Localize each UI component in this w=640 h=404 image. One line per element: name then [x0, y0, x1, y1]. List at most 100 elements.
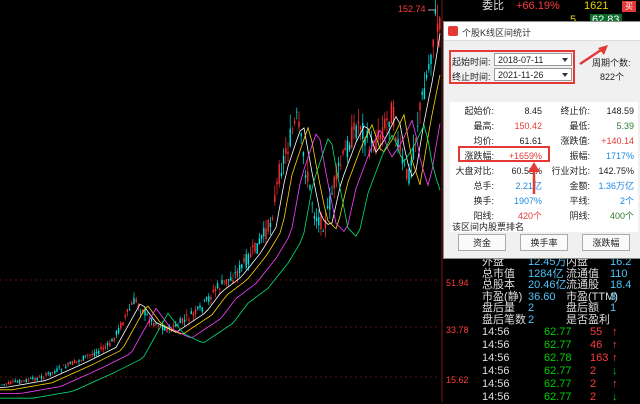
- annotation-arrow-icon: [528, 162, 540, 194]
- tick-time: 14:56: [482, 326, 510, 338]
- tick-volume: 55: [590, 326, 603, 338]
- info-row: 盘后笔数 2 是否盈利: [480, 314, 640, 326]
- stat-label: 最高:: [473, 121, 494, 131]
- tick-volume: 163: [590, 352, 609, 364]
- stat-label: 涨跌值:: [560, 136, 590, 146]
- tick-time: 14:56: [482, 365, 510, 377]
- weibi-row: 委比 +66.19% 1621 买: [480, 0, 640, 13]
- info-value: 110: [610, 267, 628, 280]
- tick-time: 14:56: [482, 391, 510, 403]
- kline-svg: [0, 0, 443, 402]
- app-icon: [448, 26, 458, 36]
- kline-chart[interactable]: [0, 0, 480, 402]
- tick-row[interactable]: 14:56 62.77 2 ↑: [480, 378, 640, 391]
- tick-row[interactable]: 14:56 62.78 163 ↑: [480, 352, 640, 365]
- stat-label: 金额:: [569, 181, 590, 191]
- info-label: 盘后笔数: [482, 313, 526, 326]
- up-arrow-icon: ↑: [612, 339, 618, 351]
- down-arrow-icon: ↓: [612, 391, 618, 403]
- weibi-value: +66.19%: [516, 0, 560, 12]
- tick-volume: 2: [590, 378, 597, 390]
- info-label: 流通值: [566, 267, 599, 280]
- rank-by-change-button[interactable]: 涨跌幅: [582, 234, 630, 251]
- tick-row[interactable]: 14:56 62.77 46 ↑: [480, 339, 640, 352]
- info-value: 1: [610, 302, 617, 314]
- stat-value: 5.39: [616, 121, 634, 131]
- up-arrow-icon: ↑: [612, 326, 618, 338]
- tick-time: 14:56: [482, 378, 510, 390]
- time-highlight-box: [449, 50, 575, 84]
- up-arrow-icon: ↑: [612, 352, 618, 364]
- up-arrow-icon: ↑: [612, 378, 618, 390]
- info-label: 总股本: [482, 279, 515, 291]
- rank-by-fund-button[interactable]: 资金: [458, 234, 506, 251]
- rank-label: 该区间内股票排名: [452, 222, 525, 232]
- stat-label: 行业对比:: [551, 166, 590, 176]
- tick-time: 14:56: [482, 352, 510, 364]
- axis-price-label: 33.78: [446, 325, 469, 335]
- info-value: 36.60: [528, 290, 556, 303]
- axis-price-label: 51.94: [446, 278, 469, 288]
- weibi-label: 委比: [482, 0, 504, 12]
- stat-value: 8.45: [524, 106, 542, 116]
- tick-price: 62.78: [544, 352, 572, 364]
- tick-price: 62.77: [544, 378, 572, 390]
- info-value: 2: [528, 313, 535, 326]
- stat-label: 振幅:: [569, 151, 590, 161]
- stat-label: 大盘对比:: [455, 166, 494, 176]
- info-label: 盘后量: [482, 302, 515, 314]
- info-label: 流通股: [566, 279, 599, 291]
- axis-price-label: 15.62: [446, 375, 469, 385]
- interval-stat-dialog[interactable]: 个股K线区间统计 起始时间: 2018-07-11 终止时间: 2021-11-…: [443, 21, 640, 259]
- stats-row: 起始价: 8.45 终止价: 148.59: [450, 104, 638, 119]
- info-label: 总市值: [482, 267, 515, 280]
- info-value: 18.4: [610, 279, 632, 291]
- stat-label: 最低:: [569, 121, 590, 131]
- stat-label: 总手:: [473, 181, 494, 191]
- stat-label: 平线:: [569, 196, 590, 206]
- tick-row[interactable]: 14:56 62.77 2 ↓: [480, 391, 640, 404]
- annotation-arrow-icon: [579, 45, 608, 66]
- stat-label: 起始价:: [464, 106, 494, 116]
- tick-price: 62.77: [544, 391, 572, 403]
- info-value: 2: [528, 302, 535, 314]
- stat-value: 400个: [609, 211, 634, 221]
- stat-value: 148.59: [606, 106, 634, 116]
- info-label: 盘后额: [566, 302, 599, 314]
- peak-price-label: 152.74: [398, 4, 426, 14]
- down-arrow-icon: ↓: [612, 365, 618, 377]
- stat-value: +140.14: [601, 136, 634, 146]
- buy-button[interactable]: 买: [622, 1, 636, 12]
- tick-volume: 46: [590, 339, 603, 351]
- info-row: 盘后量 2 盘后额 1: [480, 302, 640, 314]
- info-row: 总股本 20.46亿 流通股 18.4: [480, 279, 640, 291]
- tick-row[interactable]: 14:56 62.77 2 ↓: [480, 365, 640, 378]
- weibi-count: 1621: [584, 0, 609, 12]
- info-row: 总市值 1284亿 流通值 110: [480, 268, 640, 280]
- tick-volume: 2: [590, 391, 597, 403]
- stats-row: 最高: 150.42 最低: 5.39: [450, 119, 638, 134]
- info-value: 20.46亿: [528, 279, 567, 291]
- tick-row[interactable]: 14:56 62.77 55 ↑: [480, 326, 640, 339]
- tick-time: 14:56: [482, 339, 510, 351]
- stat-value: 1.36万亿: [598, 181, 634, 191]
- stat-label: 终止价:: [560, 106, 590, 116]
- stat-label: 换手:: [473, 196, 494, 206]
- tick-price: 62.77: [544, 326, 572, 338]
- stat-value: 142.75%: [598, 166, 634, 176]
- stat-value: 150.42: [514, 121, 542, 131]
- dialog-title: 个股K线区间统计: [462, 28, 532, 38]
- info-value: 1284亿: [528, 267, 564, 280]
- tick-price: 62.77: [544, 339, 572, 351]
- info-value: 3: [610, 290, 617, 303]
- tick-volume: 2: [590, 365, 597, 377]
- stat-value: 1717%: [605, 151, 634, 161]
- stat-label: 阴线:: [569, 211, 590, 221]
- info-label: 是否盈利: [566, 313, 610, 326]
- dialog-titlebar[interactable]: 个股K线区间统计: [444, 22, 640, 41]
- info-row: 市盈(静) 36.60 市盈(TTM) 3: [480, 291, 640, 303]
- stat-value: 2个: [619, 196, 634, 206]
- info-label: 市盈(静): [482, 290, 523, 303]
- tick-price: 62.77: [544, 365, 572, 377]
- rank-by-turnover-button[interactable]: 换手率: [520, 234, 568, 251]
